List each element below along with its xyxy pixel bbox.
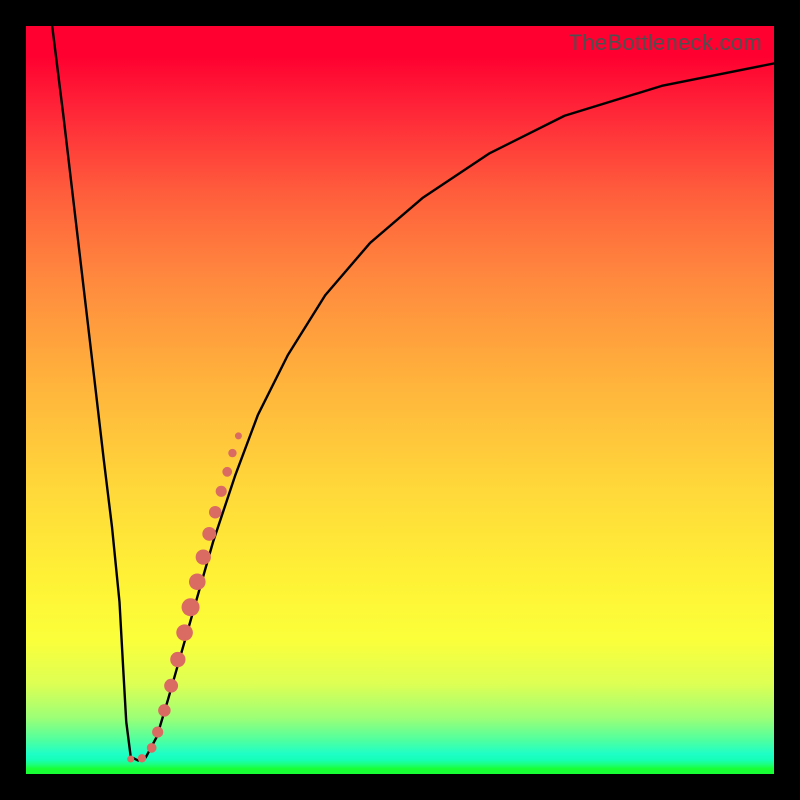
- chart-overlay: [26, 26, 774, 774]
- marker-point: [209, 506, 222, 519]
- marker-point: [127, 756, 134, 763]
- marker-point: [152, 727, 163, 738]
- marker-series: [127, 432, 242, 762]
- marker-point: [222, 467, 232, 477]
- marker-point: [196, 549, 211, 564]
- marker-point: [176, 624, 193, 641]
- chart-frame: TheBottleneck.com: [0, 0, 800, 800]
- marker-point: [189, 573, 206, 590]
- bottleneck-curve: [52, 26, 774, 761]
- marker-point: [202, 527, 216, 541]
- marker-point: [164, 679, 178, 693]
- marker-point: [182, 598, 200, 616]
- plot-area: TheBottleneck.com: [26, 26, 774, 774]
- marker-point: [158, 704, 171, 717]
- marker-point: [216, 486, 227, 497]
- marker-point: [138, 754, 146, 762]
- marker-point: [228, 449, 236, 457]
- marker-point: [170, 652, 185, 667]
- marker-point: [147, 743, 157, 753]
- marker-point: [235, 432, 242, 439]
